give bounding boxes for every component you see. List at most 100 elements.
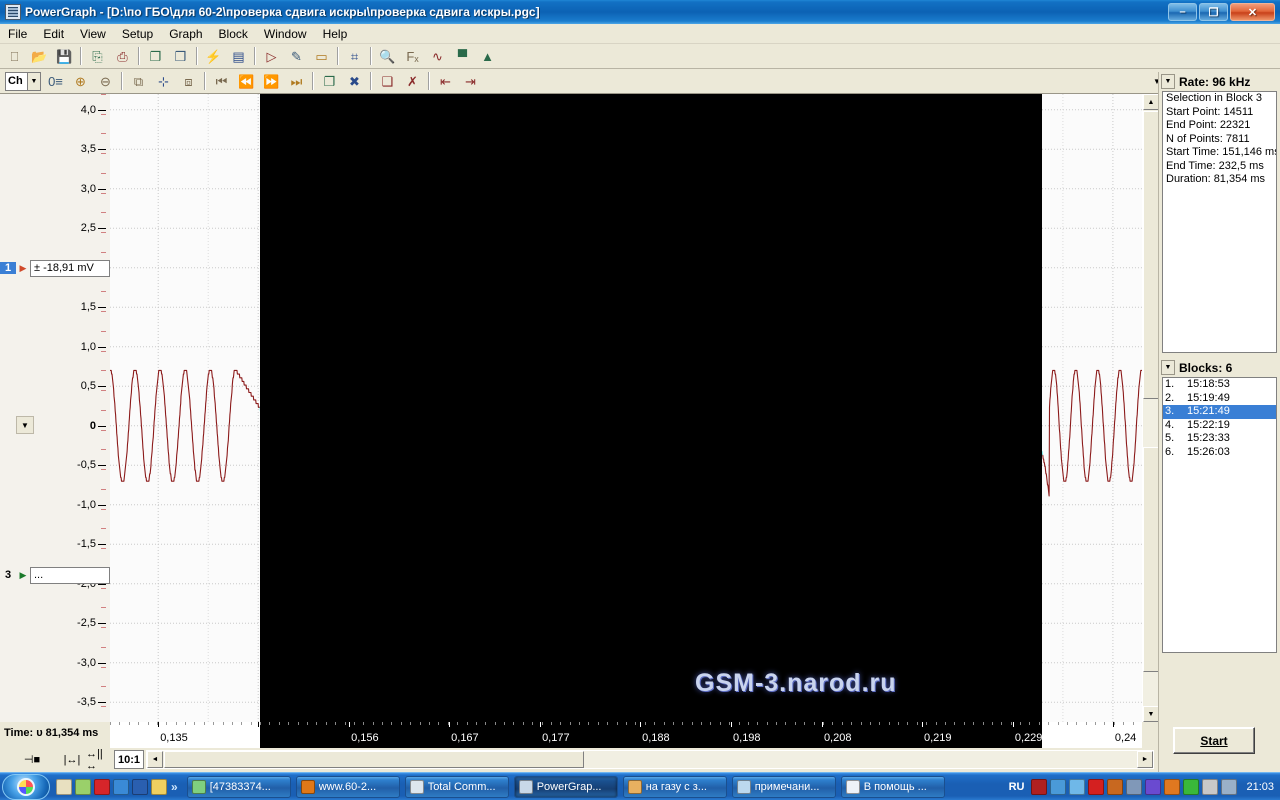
display-tray-icon[interactable] [1221,778,1238,795]
channel-value-1[interactable]: ± -18,91 mV [30,259,110,277]
histogram-icon[interactable]: ▲ [476,45,499,67]
copy-block-icon[interactable]: ❑ [376,70,399,92]
connect-device-icon[interactable]: ⚡ [202,45,225,67]
selection-region[interactable] [260,94,1042,722]
zoom-ratio-display[interactable]: 10:1 [114,750,144,769]
device-setup-icon[interactable]: ▤ [227,45,250,67]
marker-tool-icon[interactable]: ✎ [285,45,308,67]
blocks-dropdown-icon[interactable]: ▼ [1161,360,1175,375]
channel-scroll-down-button[interactable]: ▼ [16,416,34,434]
shrink-selection-button[interactable]: ↔||↔ [86,748,110,772]
taskbar-task[interactable]: PowerGrap... [513,775,618,798]
go-first-block-icon[interactable]: ⏮ [210,70,233,92]
chart-quicklaunch-icon[interactable] [132,778,148,795]
menu-item-setup[interactable]: Setup [114,25,161,43]
block-list-item[interactable]: 4. 15:22:19 [1163,419,1276,433]
fft-icon[interactable]: ▀ [451,45,474,67]
taskbar-task[interactable]: на газу с з... [622,775,727,798]
zoom-out-icon[interactable]: ⊖ [94,70,117,92]
clock-quicklaunch-icon[interactable] [151,778,167,795]
new-block-icon[interactable]: ⎘ [86,45,109,67]
channel-value-3[interactable]: ... [30,566,110,584]
new-file-icon[interactable]: ⎕ [3,45,26,67]
power-tray-icon[interactable] [1145,778,1162,795]
block-list-item[interactable]: 1. 15:18:53 [1163,378,1276,392]
save-quicklaunch-icon[interactable] [56,778,72,795]
wireless-tray-icon[interactable] [1183,778,1200,795]
remove-selection-icon[interactable]: ✗ [401,70,424,92]
block-list-item[interactable]: 5. 15:23:33 [1163,432,1276,446]
plot-vertical-scrollbar[interactable]: ▲ ▼ [1142,94,1159,722]
block-list-item[interactable]: 6. 15:26:03 [1163,446,1276,460]
taskbar-task[interactable]: В помощь ... [840,775,945,798]
go-last-block-icon[interactable]: ⏭ [285,70,308,92]
channel-number-1[interactable]: 1 [0,262,16,274]
filter-icon[interactable]: ⌗ [343,45,366,67]
export-data-icon[interactable]: ❒ [169,45,192,67]
channel-row-3[interactable]: 3 ▶ ... [0,566,110,584]
opera-quicklaunch-icon[interactable] [94,778,110,795]
scroll-up-button[interactable]: ▲ [1143,94,1159,110]
menu-item-file[interactable]: File [0,25,35,43]
copy-data-icon[interactable]: ❐ [144,45,167,67]
channel-row-1[interactable]: 1 ▶ ± -18,91 mV [0,259,110,277]
menu-item-edit[interactable]: Edit [35,25,72,43]
menu-item-window[interactable]: Window [256,25,315,43]
block-list-item[interactable]: 3. 15:21:49 [1163,405,1276,419]
run-script-icon[interactable]: ▷ [260,45,283,67]
vertical-scroll-thumb-upper[interactable] [1143,111,1159,399]
antivirus-tray-icon[interactable] [1107,778,1124,795]
menu-item-graph[interactable]: Graph [161,25,210,43]
delete-block-icon[interactable]: ✖ [343,70,366,92]
scroll-right-button[interactable]: ► [1137,751,1153,768]
zoom-in-icon[interactable]: ⊕ [69,70,92,92]
zero-level-icon[interactable]: 0≡ [44,70,67,92]
blocks-list[interactable]: 1. 15:18:53 2. 15:19:49 3. 15:21:49 4. 15:22:19… [1162,377,1277,653]
add-block-icon[interactable]: ❐ [318,70,341,92]
statistics-icon[interactable]: ∿ [426,45,449,67]
close-button[interactable]: ✕ [1230,3,1275,21]
ati-tray-icon[interactable] [1088,778,1105,795]
ie-quicklaunch-icon[interactable] [113,778,129,795]
chevron-down-icon[interactable]: ▼ [27,72,40,90]
menu-item-view[interactable]: View [72,25,114,43]
scroll-down-button[interactable]: ▼ [1143,706,1159,722]
expand-selection-button[interactable]: |↔| [60,750,84,769]
taskbar-task[interactable]: www.60-2... [295,775,400,798]
taskbar-clock[interactable]: 21:03 [1246,781,1274,793]
lock-cursor-button[interactable]: ⊣■ [20,750,44,769]
network-quicklaunch-icon[interactable] [75,778,91,795]
taskbar-task[interactable]: [47383374... [186,775,291,798]
block-list-item[interactable]: 2. 15:19:49 [1163,392,1276,406]
speaker-tray-icon[interactable] [1069,778,1086,795]
go-prev-block-icon[interactable]: ⏪ [235,70,258,92]
menu-item-block[interactable]: Block [211,25,256,43]
formula-icon[interactable]: Fₓ [401,45,424,67]
updates-tray-icon[interactable] [1164,778,1181,795]
measure-icon[interactable]: 🔍 [376,45,399,67]
align-center-icon[interactable]: ⊹ [152,70,175,92]
horizontal-scroll-thumb[interactable] [164,751,584,768]
taskbar-task[interactable]: примечани... [731,775,836,798]
start-button-taskbar[interactable] [2,773,50,800]
channel-play-icon-1[interactable]: ▶ [16,263,30,274]
fit-view-icon[interactable]: ⧈ [177,70,200,92]
monitor-icon[interactable]: ▭ [310,45,333,67]
horizontal-scrollbar[interactable]: ◄ ► [146,750,1154,769]
save-block-icon[interactable]: ⎙ [111,45,134,67]
vertical-scroll-thumb-lower[interactable] [1143,447,1159,672]
menu-item-help[interactable]: Help [315,25,356,43]
volume-tray-icon[interactable] [1050,778,1067,795]
x-axis[interactable]: 0,135 0,146 0,156 0,167 0,177 0,188 0,198 0,208… [110,722,1142,748]
usb-tray-icon[interactable] [1202,778,1219,795]
scroll-left-button[interactable]: ◄ [147,751,163,768]
network-disconnected-tray-icon[interactable] [1031,778,1048,795]
save-file-icon[interactable]: 💾 [53,45,76,67]
channel-number-3[interactable]: 3 [0,569,16,581]
maximize-button[interactable]: ❐ [1199,3,1228,21]
waveform-plot[interactable]: GSM-3.narod.ru [110,94,1142,722]
open-file-icon[interactable]: 📂 [28,45,51,67]
printer-tray-icon[interactable] [1126,778,1143,795]
shrink-selection-icon[interactable]: ⇤ [434,70,457,92]
taskbar-task[interactable]: Total Comm... [404,775,509,798]
